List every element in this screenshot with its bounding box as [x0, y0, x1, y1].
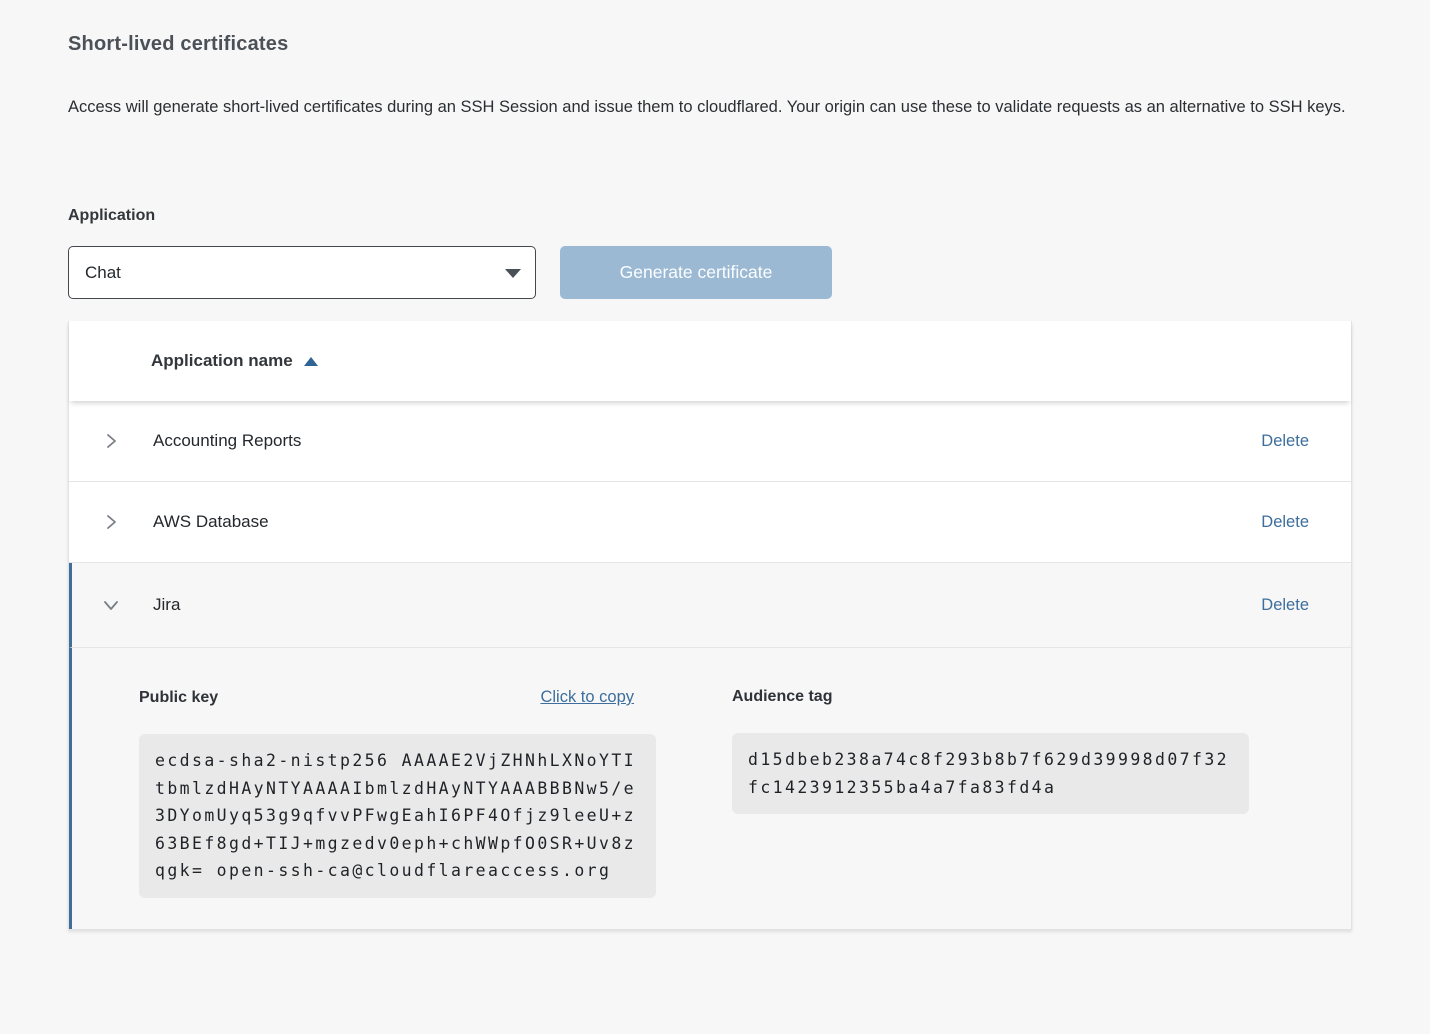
certificates-table: Application name Accounting Reports Dele… [68, 321, 1352, 930]
column-header-application-name[interactable]: Application name [151, 351, 293, 371]
audience-tag-value: d15dbeb238a74c8f293b8b7f629d39998d07f32f… [732, 733, 1249, 814]
table-row-jira[interactable]: Jira Delete [69, 563, 1351, 647]
public-key-label: Public key [139, 689, 218, 707]
public-key-value[interactable]: ecdsa-sha2-nistp256 AAAAE2VjZHNhLXNoYTIt… [139, 734, 656, 898]
sort-ascending-icon [304, 357, 318, 366]
audience-tag-label: Audience tag [732, 688, 832, 706]
application-name: Jira [153, 595, 180, 615]
public-key-column: Public key Click to copy ecdsa-sha2-nist… [139, 688, 656, 898]
audience-tag-column: Audience tag d15dbeb238a74c8f293b8b7f629… [732, 688, 1249, 898]
application-select[interactable]: Chat [68, 246, 536, 299]
chevron-right-icon[interactable] [101, 512, 121, 532]
jira-expanded-details: Public key Click to copy ecdsa-sha2-nist… [69, 647, 1351, 929]
page-description: Access will generate short-lived certifi… [68, 92, 1352, 123]
chevron-down-icon [505, 269, 521, 278]
application-name: Accounting Reports [153, 431, 301, 451]
page-title: Short-lived certificates [68, 33, 1352, 56]
certificate-form-row: Chat Generate certificate [68, 246, 1352, 299]
table-row-aws-database[interactable]: AWS Database Delete [69, 482, 1351, 563]
delete-link[interactable]: Delete [1261, 432, 1309, 451]
table-header-row: Application name [69, 321, 1351, 401]
application-select-value: Chat [85, 263, 121, 283]
application-label: Application [68, 207, 1352, 225]
delete-link[interactable]: Delete [1261, 596, 1309, 615]
short-lived-certificates-section: Short-lived certificates Access will gen… [0, 33, 1430, 930]
application-name: AWS Database [153, 512, 269, 532]
chevron-down-icon[interactable] [101, 595, 121, 615]
chevron-right-icon[interactable] [101, 431, 121, 451]
table-row-accounting-reports[interactable]: Accounting Reports Delete [69, 401, 1351, 482]
click-to-copy-link[interactable]: Click to copy [540, 688, 634, 707]
delete-link[interactable]: Delete [1261, 513, 1309, 532]
generate-certificate-button[interactable]: Generate certificate [560, 246, 832, 299]
